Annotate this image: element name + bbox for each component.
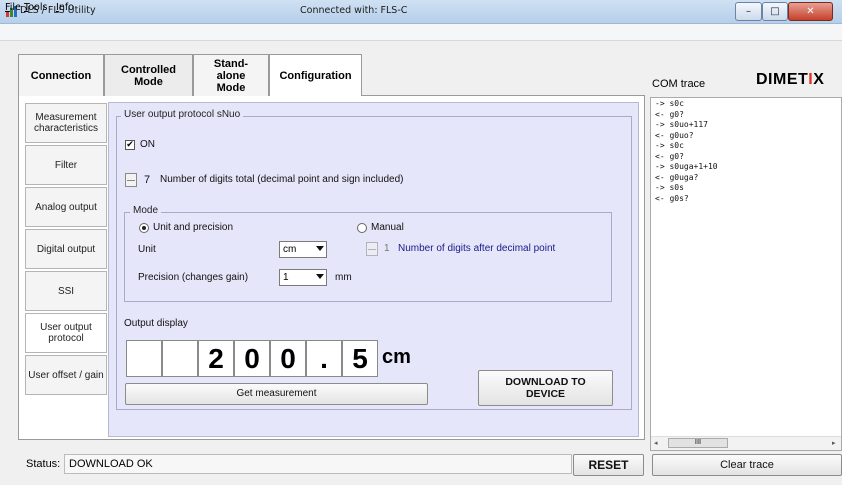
tab-standalone-mode[interactable]: Stand-alone Mode: [193, 54, 269, 96]
menu-info[interactable]: Info: [56, 2, 74, 13]
radio-unit-precision[interactable]: [139, 223, 149, 233]
com-trace-line: -> s0c: [655, 141, 684, 150]
display-digit: 0: [234, 340, 270, 377]
sidetab-measurement-characteristics[interactable]: Measurement characteristics: [25, 103, 107, 143]
com-trace-line: <- g0uo?: [655, 130, 694, 140]
brand-logo: DIMETIX: [756, 71, 825, 88]
clear-trace-button[interactable]: Clear trace: [652, 454, 842, 476]
com-trace-title: COM trace: [652, 78, 706, 90]
status-label: Status:: [26, 458, 61, 470]
sidetab-user-offset-gain[interactable]: User offset / gain: [25, 355, 107, 395]
display-digit: [126, 340, 162, 377]
sidetab-filter[interactable]: Filter: [25, 145, 107, 185]
reset-button[interactable]: RESET: [573, 454, 644, 476]
menu-bar: [0, 24, 842, 41]
decimal-digits-label: Number of digits after decimal point: [398, 243, 556, 254]
com-trace-line: <- g0?: [655, 109, 684, 119]
radio-manual[interactable]: [357, 223, 367, 233]
sidetab-digital-output[interactable]: Digital output: [25, 229, 107, 269]
status-field: DOWNLOAD OK: [64, 454, 572, 474]
digits-total-spinner[interactable]: [125, 173, 137, 187]
display-digit: .: [306, 340, 342, 377]
digits-total-value: 7: [144, 174, 151, 186]
decimal-digits-spinner[interactable]: [366, 242, 378, 256]
trace-scroll-thumb[interactable]: III: [668, 438, 728, 448]
com-trace-line: <- g0?: [655, 151, 684, 161]
decimal-digits-value: 1: [384, 243, 390, 254]
com-trace-line: <- g0s?: [655, 193, 689, 203]
chevron-down-icon: [316, 246, 324, 251]
output-display-title: Output display: [124, 318, 188, 329]
sidetab-user-output-protocol[interactable]: User output protocol: [25, 313, 107, 353]
unit-label: Unit: [138, 244, 156, 255]
scroll-left-icon[interactable]: ◂: [654, 439, 658, 447]
display-digit: 0: [270, 340, 306, 377]
tab-configuration[interactable]: Configuration: [269, 54, 362, 96]
scroll-right-icon[interactable]: ▸: [832, 439, 836, 447]
com-trace-line: -> s0s: [655, 183, 684, 192]
unit-precision-label: Unit and precision: [153, 222, 234, 233]
minimize-button[interactable]: –: [735, 2, 762, 21]
close-button[interactable]: ✕: [788, 2, 833, 21]
com-trace-lines: -> s0c <- g0? -> s0uo+117 <- g0uo? -> s0c <- …: [655, 99, 718, 204]
download-to-device-button[interactable]: DOWNLOAD TO DEVICE: [478, 370, 613, 406]
maximize-button[interactable]: □: [762, 2, 788, 21]
display-digit: 2: [198, 340, 234, 377]
chevron-down-icon: [316, 274, 324, 279]
connection-title: Connected with: FLS-C: [300, 5, 408, 16]
com-trace-line: -> s0uo+117: [655, 120, 708, 129]
precision-select[interactable]: 1: [279, 269, 327, 286]
sidetab-ssi[interactable]: SSI: [25, 271, 107, 311]
mode-group-title: Mode: [130, 205, 162, 216]
display-unit: cm: [382, 346, 411, 368]
digits-total-label: Number of digits total (decimal point an…: [160, 174, 404, 185]
menu-file[interactable]: File: [5, 2, 21, 13]
tab-connection[interactable]: Connection: [18, 54, 104, 96]
sidetab-analog-output[interactable]: Analog output: [25, 187, 107, 227]
precision-unit: mm: [335, 272, 352, 283]
on-label: ON: [140, 139, 155, 150]
protocol-group-title: User output protocol sNuo: [121, 109, 244, 120]
display-digit: [162, 340, 198, 377]
on-checkbox[interactable]: ✔: [125, 140, 135, 150]
com-trace-line: -> s0uga+1+10: [655, 162, 718, 171]
tab-controlled-mode[interactable]: Controlled Mode: [104, 54, 193, 96]
title-bar: [0, 0, 842, 24]
com-trace-line: -> s0c: [655, 99, 684, 108]
get-measurement-button[interactable]: Get measurement: [125, 383, 428, 405]
com-trace-line: <- g0uga?: [655, 172, 699, 182]
menu-tools[interactable]: Tools: [24, 2, 47, 13]
manual-label: Manual: [371, 222, 404, 233]
display-digit: 5: [342, 340, 378, 377]
precision-label: Precision (changes gain): [138, 272, 249, 283]
unit-select[interactable]: cm: [279, 241, 327, 258]
